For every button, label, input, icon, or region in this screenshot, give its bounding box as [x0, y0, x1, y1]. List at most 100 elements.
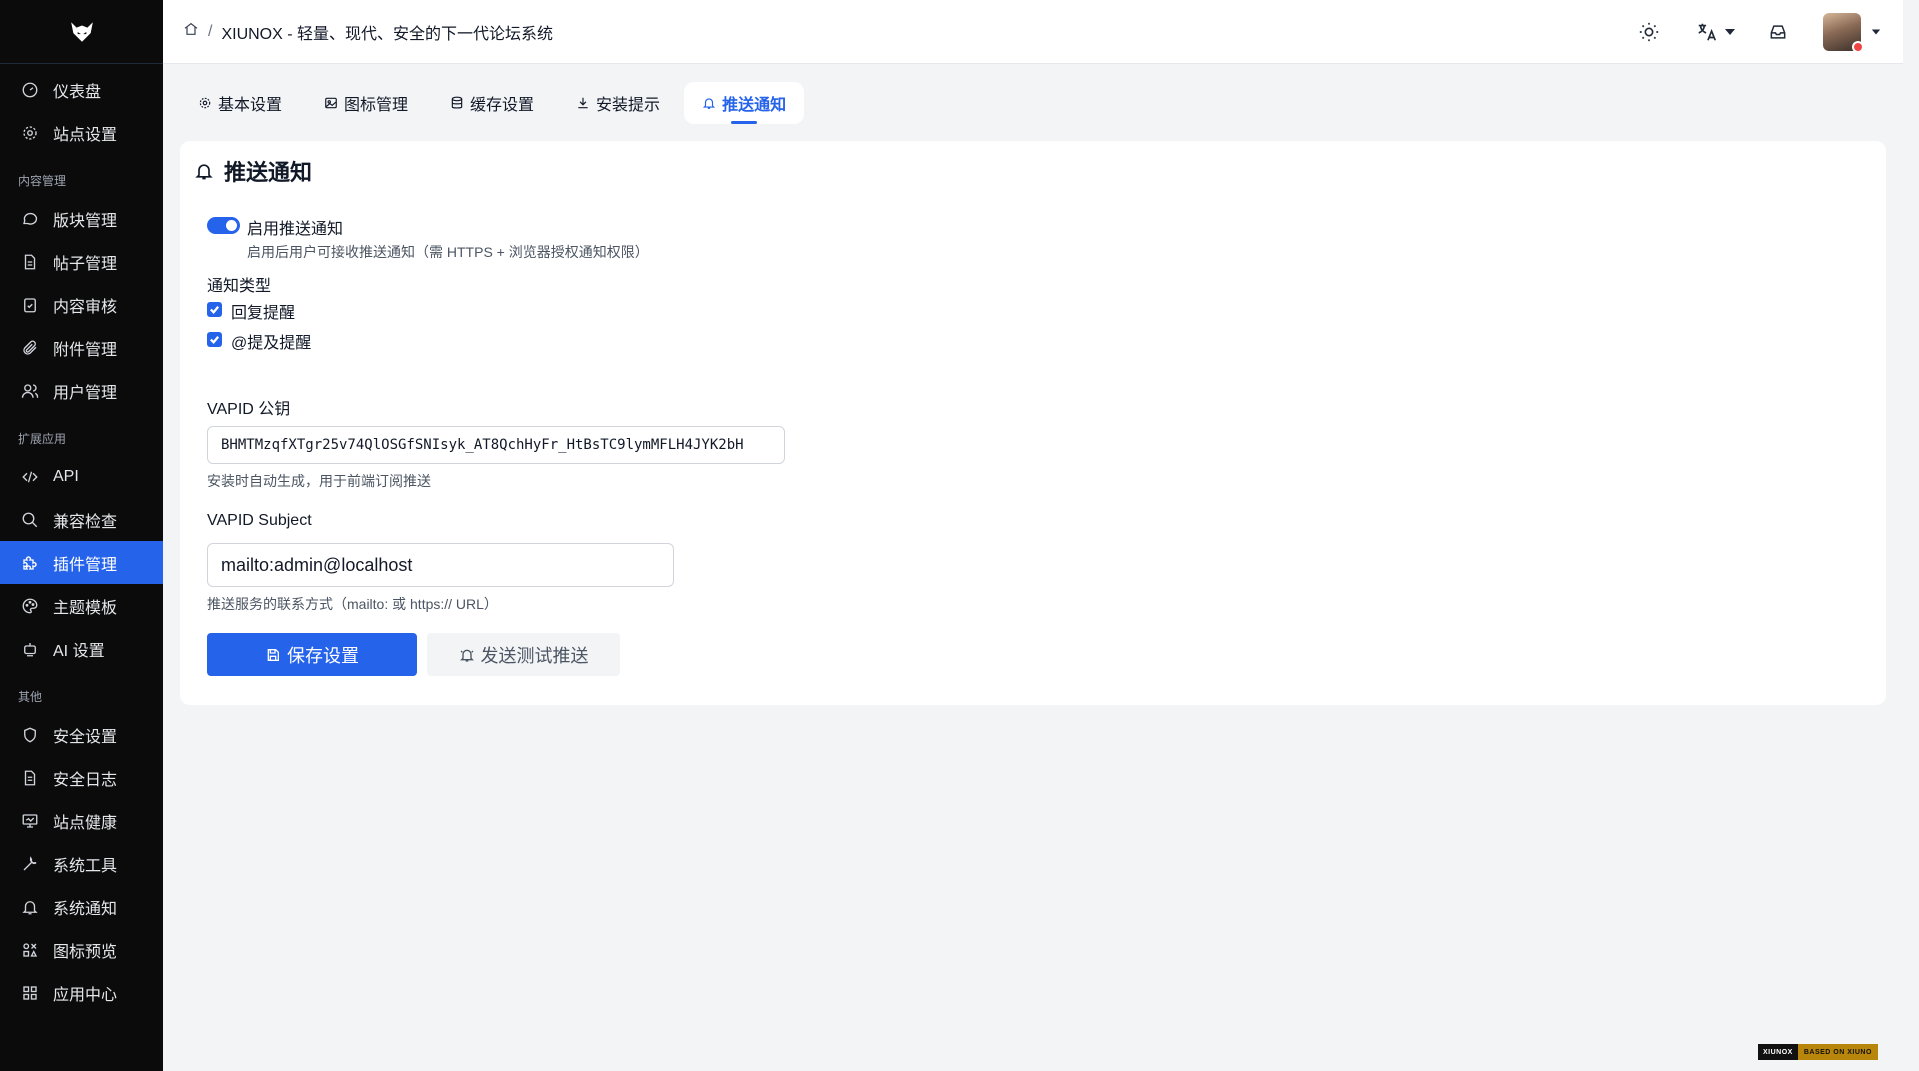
sidebar-item-ai-settings[interactable]: AI 设置 [0, 627, 163, 670]
bell-icon [195, 164, 213, 180]
avatar [1823, 13, 1864, 53]
powered-by-badge[interactable]: XIUNOX BASED ON XIUNO [1758, 1044, 1878, 1060]
vapid-key-label: VAPID 公钥 [207, 401, 291, 418]
wrench-icon [21, 855, 39, 873]
vapid-key-input[interactable]: BHMTMzqfXTgr25v74QlOSGfSNIsyk_AT8QchHyFr… [207, 426, 785, 464]
sidebar-item-label: AI 设置 [53, 642, 105, 660]
sidebar-item-label: 内容审核 [53, 298, 118, 316]
sidebar-item-icon-preview[interactable]: 图标预览 [0, 928, 163, 971]
gauge-icon [21, 81, 39, 99]
monitor-icon [21, 812, 39, 830]
theme-toggle-button[interactable] [1637, 20, 1661, 44]
sidebar-item-label: 图标预览 [53, 943, 118, 961]
sidebar-item-dashboard[interactable]: 仪表盘 [0, 68, 163, 111]
sidebar-item-security-log[interactable]: 安全日志 [0, 756, 163, 799]
palette-icon [21, 597, 39, 615]
sidebar-item-label: 用户管理 [53, 384, 118, 402]
user-menu[interactable] [1823, 13, 1881, 53]
toggle-knob [226, 220, 237, 231]
sidebar-item-security-settings[interactable]: 安全设置 [0, 713, 163, 756]
sidebar-item-system-notifications[interactable]: 系统通知 [0, 885, 163, 928]
sidebar-item-label: 附件管理 [53, 341, 118, 359]
enable-push-toggle[interactable] [207, 217, 240, 234]
tab-basic-settings[interactable]: 基本设置 [180, 82, 300, 124]
sidebar-item-compat-check[interactable]: 兼容检查 [0, 498, 163, 541]
shield-icon [21, 726, 39, 744]
reply-reminder-checkbox[interactable] [207, 302, 222, 317]
save-settings-button[interactable]: 保存设置 [207, 633, 417, 676]
tab-install-tips[interactable]: 安装提示 [558, 82, 678, 124]
sidebar-item-site-settings[interactable]: 站点设置 [0, 111, 163, 154]
image-icon [325, 97, 337, 109]
chat-bubble-icon [21, 210, 39, 228]
sidebar-item-label: 系统工具 [53, 857, 118, 875]
sidebar-item-label: 主题模板 [53, 599, 118, 617]
sidebar-item-system-tools[interactable]: 系统工具 [0, 842, 163, 885]
sidebar-item-label: 插件管理 [53, 556, 118, 574]
code-icon [21, 468, 39, 486]
card-title-text: 推送通知 [224, 160, 313, 185]
caret-down-icon [1725, 29, 1735, 35]
tab-label: 安装提示 [596, 97, 661, 114]
inbox-icon [1770, 25, 1786, 39]
tab-label: 图标管理 [344, 97, 409, 114]
bell-ring-icon [459, 649, 474, 662]
sidebar-item-moderation[interactable]: 内容审核 [0, 283, 163, 326]
sidebar-item-label: 站点设置 [53, 126, 118, 144]
check-icon [210, 306, 220, 314]
sidebar-item-users[interactable]: 用户管理 [0, 369, 163, 412]
fox-logo-icon [70, 21, 93, 42]
page-title: XIUNOX - 轻量、现代、安全的下一代论坛系统 [221, 25, 554, 43]
robot-icon [21, 640, 39, 658]
badge-right: BASED ON XIUNO [1797, 1044, 1878, 1060]
gear-icon [21, 124, 39, 142]
sidebar-item-site-health[interactable]: 站点健康 [0, 799, 163, 842]
tab-cache-settings[interactable]: 缓存设置 [432, 82, 552, 124]
vapid-subject-hint: 推送服务的联系方式（mailto: 或 https:// URL） [207, 596, 498, 612]
paperclip-icon [21, 339, 39, 357]
tab-label: 推送通知 [722, 97, 787, 114]
sidebar-item-attachments[interactable]: 附件管理 [0, 326, 163, 369]
header-actions [1637, 0, 1903, 64]
settings-tabs: 基本设置 图标管理 缓存设置 安装提示 推送通知 [180, 82, 810, 124]
sidebar-item-plugins[interactable]: 插件管理 [0, 541, 163, 584]
sidebar-item-label: 安全设置 [53, 728, 118, 746]
mention-reminder-checkbox[interactable] [207, 332, 222, 347]
sidebar-item-posts[interactable]: 帖子管理 [0, 240, 163, 283]
reply-reminder-label: 回复提醒 [231, 305, 296, 322]
grid-icon [21, 984, 39, 1002]
sidebar-item-label: 仪表盘 [53, 83, 102, 101]
sidebar-item-api[interactable]: API [0, 455, 163, 498]
logo[interactable] [0, 0, 163, 64]
mention-reminder-label: @提及提醒 [231, 335, 312, 352]
tab-icon-management[interactable]: 图标管理 [306, 82, 426, 124]
save-settings-label: 保存设置 [287, 645, 359, 666]
log-icon [21, 769, 39, 787]
sidebar: 仪表盘 站点设置 内容管理 版块管理 帖子管理 内容审核 附件管理 用户管理 扩… [0, 0, 163, 1071]
sidebar-item-app-center[interactable]: 应用中心 [0, 971, 163, 1014]
gear-icon [199, 97, 211, 109]
clipboard-check-icon [21, 296, 39, 314]
puzzle-icon [21, 554, 39, 572]
send-test-push-button[interactable]: 发送测试推送 [427, 633, 620, 676]
sidebar-section-other: 其他 [18, 690, 43, 704]
caret-down-icon [1871, 29, 1881, 35]
home-icon[interactable] [183, 21, 199, 42]
language-switcher[interactable] [1696, 21, 1736, 43]
database-icon [451, 96, 463, 109]
sidebar-item-boards[interactable]: 版块管理 [0, 197, 163, 240]
download-icon [578, 97, 588, 109]
tab-push-notifications[interactable]: 推送通知 [684, 82, 805, 124]
save-icon [267, 648, 279, 661]
sidebar-item-label: 安全日志 [53, 771, 118, 789]
bell-icon [702, 98, 716, 109]
badge-left: XIUNOX [1758, 1044, 1798, 1060]
inbox-button[interactable] [1768, 22, 1788, 42]
sidebar-item-label: 应用中心 [53, 986, 118, 1004]
tab-label: 缓存设置 [470, 97, 535, 114]
sidebar-item-label: API [53, 467, 79, 485]
sidebar-item-themes[interactable]: 主题模板 [0, 584, 163, 627]
users-icon [21, 382, 39, 400]
vapid-subject-label: VAPID Subject [207, 512, 312, 529]
vapid-subject-input[interactable]: mailto:admin@localhost [207, 543, 674, 587]
